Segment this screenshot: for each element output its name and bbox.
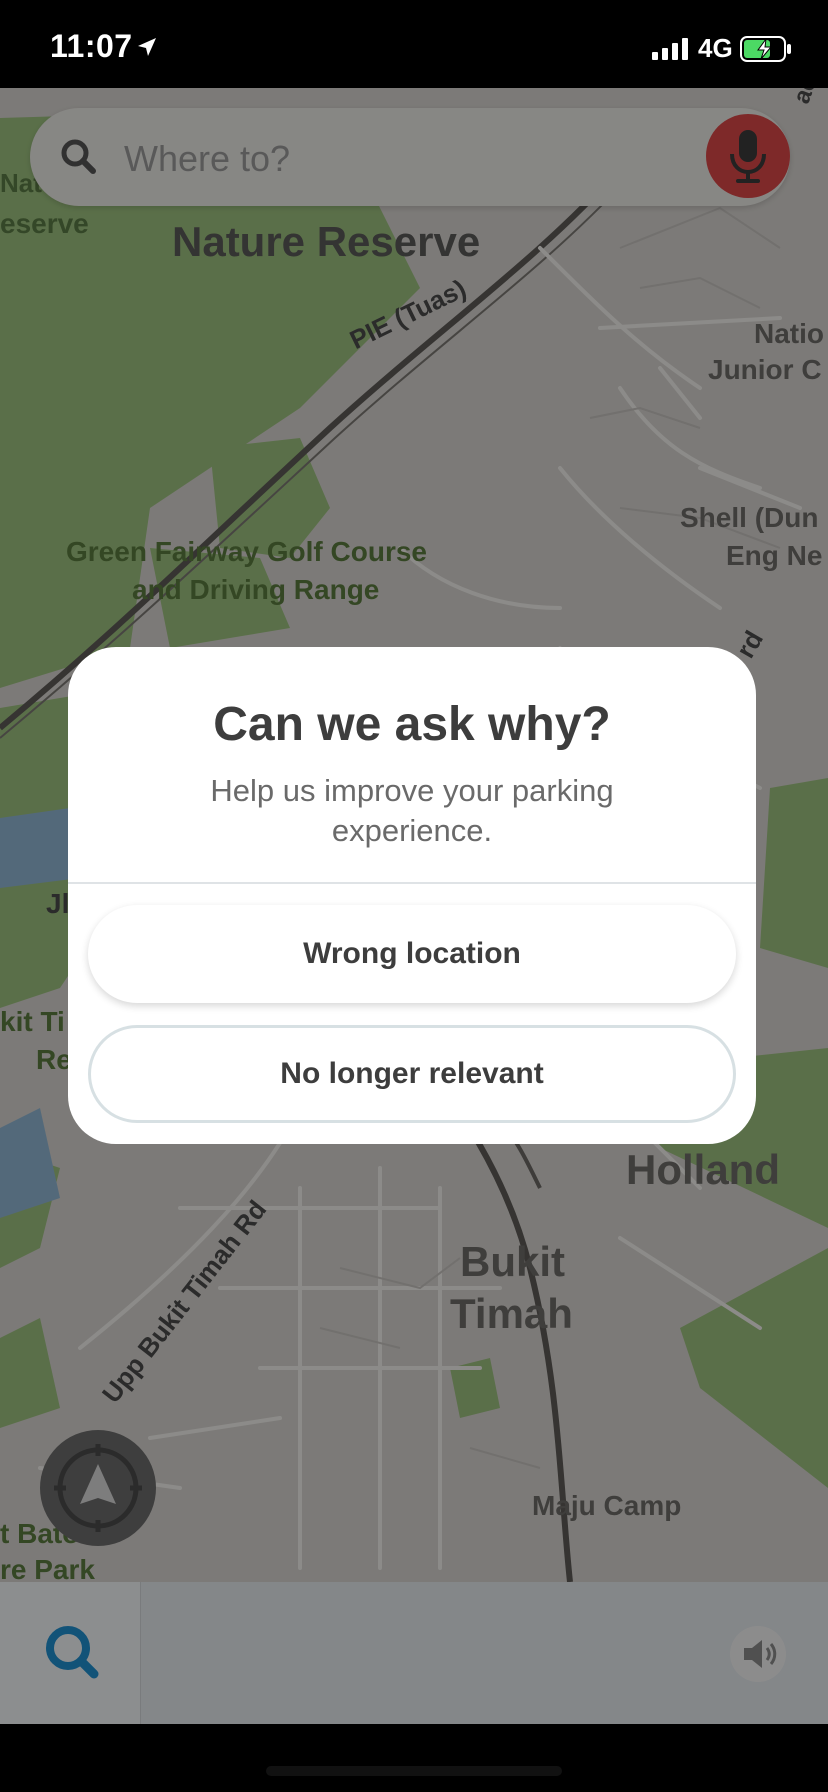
signal-bars-icon (652, 38, 688, 60)
wrong-location-button[interactable]: Wrong location (88, 905, 736, 1003)
dialog-divider (68, 882, 756, 884)
home-indicator[interactable] (266, 1766, 562, 1776)
location-arrow-icon (138, 38, 156, 56)
dialog-subtitle: Help us improve your parking experience. (210, 773, 614, 848)
dialog-title: Can we ask why? (213, 698, 611, 751)
status-bar: 11:07 4G (0, 0, 828, 88)
network-type: 4G (698, 33, 733, 63)
feedback-dialog: Can we ask why? Help us improve your par… (68, 647, 756, 1144)
status-time: 11:07 (50, 28, 133, 64)
no-longer-relevant-button[interactable]: No longer relevant (88, 1025, 736, 1123)
battery-charging-icon (740, 36, 791, 62)
